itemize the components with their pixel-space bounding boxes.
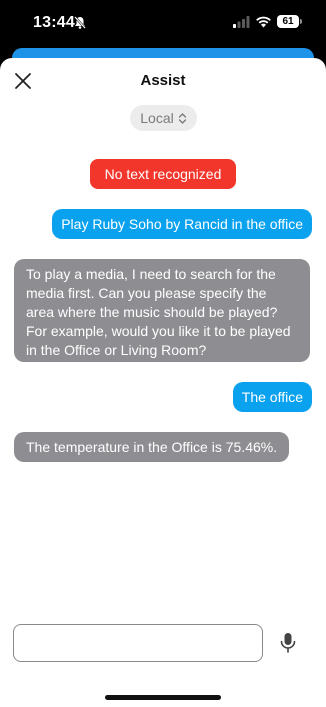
assist-dialog: Assist Local No text recognized Play Rub… [0, 58, 326, 707]
wifi-icon [256, 16, 271, 28]
bell-off-icon [74, 16, 86, 29]
pipeline-label: Local [140, 110, 174, 126]
cellular-signal-icon [233, 16, 250, 28]
battery-icon: 61 [277, 15, 299, 28]
status-time: 13:44 [33, 14, 75, 31]
pipeline-selector[interactable]: Local [130, 105, 197, 131]
user-message: The office [232, 382, 312, 412]
chevron-up-down-icon [178, 112, 186, 124]
dialog-title: Assist [140, 72, 186, 89]
battery-tip [300, 19, 302, 24]
assistant-message: To play a media, I need to search for th… [14, 259, 310, 362]
microphone-icon[interactable] [278, 631, 298, 655]
user-message: Play Ruby Soho by Rancid in the office [52, 209, 312, 239]
error-message: No text recognized [90, 159, 236, 189]
status-bar: 13:44 61 [0, 0, 326, 48]
home-indicator [105, 695, 221, 700]
message-input[interactable] [13, 624, 263, 662]
assistant-message: The temperature in the Office is 75.46%. [14, 432, 290, 462]
